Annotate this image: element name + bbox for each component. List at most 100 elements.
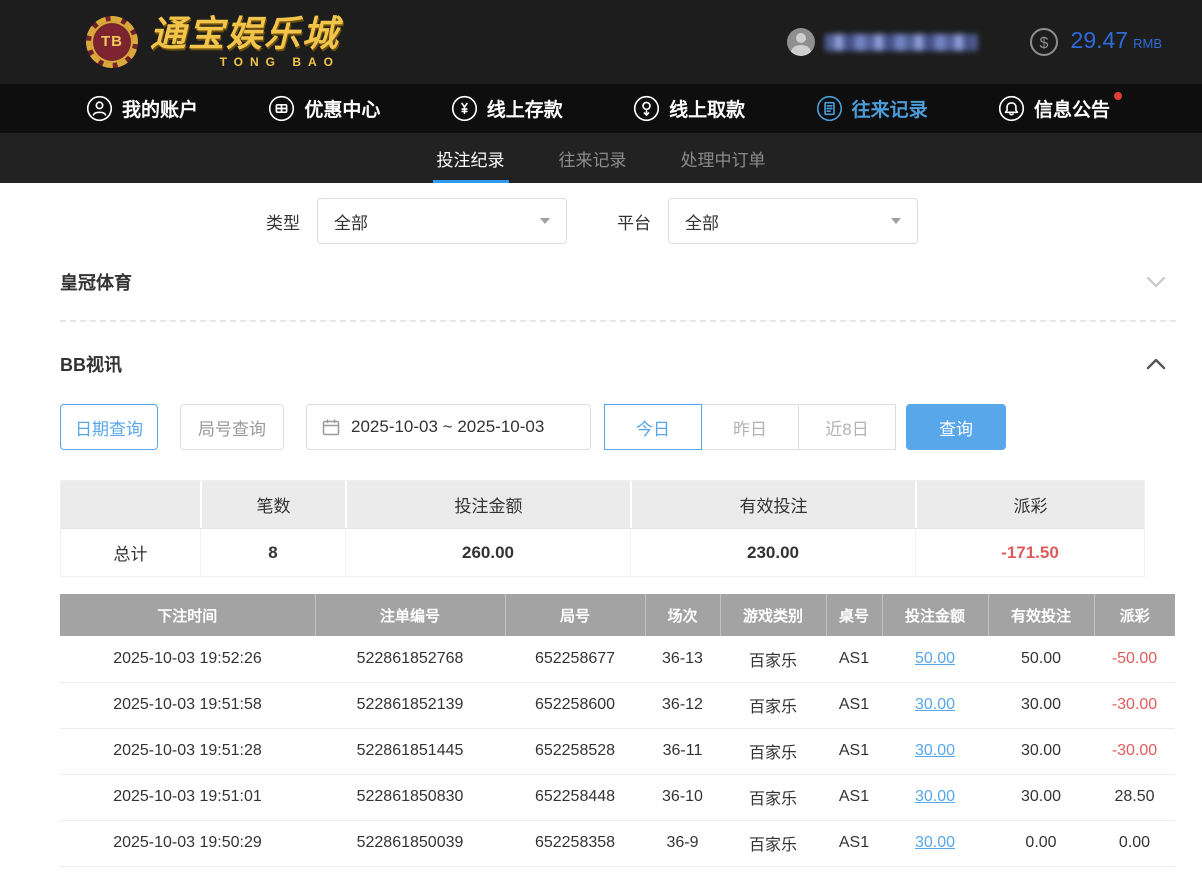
nav-item-announcements[interactable]: 信息公告 [998,92,1122,122]
cell-valid-bet: 0.00 [988,820,1094,867]
cell-payout: -30.00 [1094,682,1175,729]
cell-order-id: 522861852768 [315,636,505,683]
nav-item-label: 我的账户 [122,100,199,121]
cell-bet-time: 2025-10-03 19:52:26 [60,636,315,683]
cell-round-id: 652258358 [505,820,645,867]
cell-order-id: 522861852139 [315,682,505,729]
nav-item-label: 信息公告 [1033,100,1110,121]
chevron-down-icon[interactable] [1144,270,1168,294]
cell-session: 36-10 [645,774,720,821]
summary-header-cell [61,481,200,528]
table-row: 2025-10-03 19:52:26 522861852768 652258677… [60,636,1175,683]
nav-item-withdraw[interactable]: 线上取款 [633,95,745,122]
chevron-down-icon [540,218,550,224]
type-filter-label: 类型 [266,213,300,233]
col-header-bet-time: 下注时间 [60,594,315,636]
col-header-table-id: 桌号 [825,594,882,636]
cell-game-type: 百家乐 [720,682,826,729]
chevron-up-icon[interactable] [1144,352,1168,376]
bet-amount-link[interactable]: 30.00 [915,742,955,759]
user-area: $ 29.47 RMB [786,27,1162,57]
cell-round-id: 652258528 [505,728,645,775]
cell-game-type: 百家乐 [720,820,826,867]
summary-bet-amount: 260.00 [345,529,630,576]
search-button[interactable]: 查询 [906,404,1006,450]
bet-amount-link[interactable]: 50.00 [915,650,955,667]
today-button[interactable]: 今日 [604,404,702,450]
yesterday-button[interactable]: 昨日 [701,404,799,450]
cell-payout: 28.50 [1094,774,1175,821]
section-title: 皇冠体育 [60,273,132,293]
nav-item-label: 线上存款 [486,100,563,121]
summary-header-cell: 派彩 [915,481,1144,528]
site-logo[interactable]: TB 通宝娱乐城 TONG BAO [86,15,340,69]
round-query-button[interactable]: 局号查询 [180,404,284,450]
type-select-value: 全部 [334,213,368,233]
cell-valid-bet: 30.00 [988,682,1094,729]
tab-pending-orders[interactable]: 处理中订单 [677,133,770,183]
col-header-order-id: 注单编号 [314,594,505,636]
deposit-icon [451,95,478,122]
user-avatar-icon[interactable] [786,28,815,56]
summary-payout: -171.50 [915,529,1144,576]
cell-table-id: AS1 [826,774,882,821]
summary-header-cell: 有效投注 [630,481,915,528]
cell-bet-time: 2025-10-03 19:51:58 [60,682,315,729]
nav-item-label: 优惠中心 [304,100,381,121]
cell-payout: 0.00 [1094,820,1175,867]
last-8-days-button[interactable]: 近8日 [798,404,896,450]
tab-bet-records[interactable]: 投注纪录 [432,133,509,183]
tab-transfer-records[interactable]: 往来记录 [555,133,631,183]
section-bb-video[interactable]: BB视讯 [0,342,1202,386]
cell-session: 36-13 [645,636,720,683]
cell-order-id: 522861851445 [315,728,505,775]
nav-item-records[interactable]: 往来记录 [816,95,928,122]
cell-game-type: 百家乐 [720,728,826,775]
platform-select[interactable]: 全部 [668,198,918,244]
logo-subtitle: TONG BAO [219,54,341,69]
bet-amount-link[interactable]: 30.00 [915,834,955,851]
platform-select-value: 全部 [685,213,719,233]
cell-order-id: 522861850039 [315,820,505,867]
date-query-button[interactable]: 日期查询 [60,404,158,450]
bet-amount-link[interactable]: 30.00 [915,696,955,713]
table-row: 2025-10-03 19:51:28 522861851445 652258528… [60,728,1175,775]
summary-header-row: 笔数 投注金额 有效投注 派彩 [61,481,1144,528]
bell-icon [998,95,1025,122]
cell-round-id: 652258600 [505,682,645,729]
summary-table: 笔数 投注金额 有效投注 派彩 总计 8 260.00 230.00 -171.50 [60,480,1145,577]
summary-total-label: 总计 [113,545,148,564]
cell-game-type: 百家乐 [720,774,826,821]
table-row: 2025-10-03 19:50:29 522861850039 652258358… [60,820,1175,867]
logo-text: 通宝娱乐城 TONG BAO [150,15,340,69]
table-row: 2025-10-03 19:51:58 522861852139 652258600… [60,682,1175,729]
logo-title: 通宝娱乐城 [150,13,341,55]
cell-valid-bet: 50.00 [988,636,1094,683]
nav-item-my-account[interactable]: 我的账户 [86,95,198,122]
chevron-down-icon [891,218,901,224]
promo-icon [268,95,295,122]
table-row: 2025-10-03 19:51:01 522861850830 652258448… [60,774,1175,821]
cell-round-id: 652258448 [505,774,645,821]
bet-records-table: 下注时间 注单编号 局号 场次 游戏类别 桌号 投注金额 有效投注 派彩 2025-10-03 … [60,594,1175,867]
balance-display[interactable]: $ 29.47 RMB [1029,27,1162,57]
col-header-session: 场次 [644,594,720,636]
range-button-group: 今日 昨日 近8日 [604,404,896,450]
platform-filter-label: 平台 [617,213,651,233]
cell-payout: -50.00 [1094,636,1175,683]
col-header-valid-bet: 有效投注 [987,594,1094,636]
col-header-bet-amount: 投注金额 [881,594,988,636]
summary-header-cell: 笔数 [200,481,345,528]
date-range-value: 2025-10-03 ~ 2025-10-03 [351,417,545,436]
nav-item-promotions[interactable]: 优惠中心 [268,95,380,122]
bet-amount-link[interactable]: 30.00 [915,788,955,805]
section-crown-sports[interactable]: 皇冠体育 [0,260,1202,304]
type-select[interactable]: 全部 [317,198,567,244]
date-range-input[interactable]: 2025-10-03 ~ 2025-10-03 [306,404,591,450]
calendar-icon [322,419,340,436]
cell-table-id: AS1 [826,682,882,729]
summary-total-row: 总计 8 260.00 230.00 -171.50 [61,528,1144,576]
cell-table-id: AS1 [826,636,882,683]
summary-header-cell: 投注金额 [345,481,630,528]
nav-item-deposit[interactable]: 线上存款 [451,95,563,122]
